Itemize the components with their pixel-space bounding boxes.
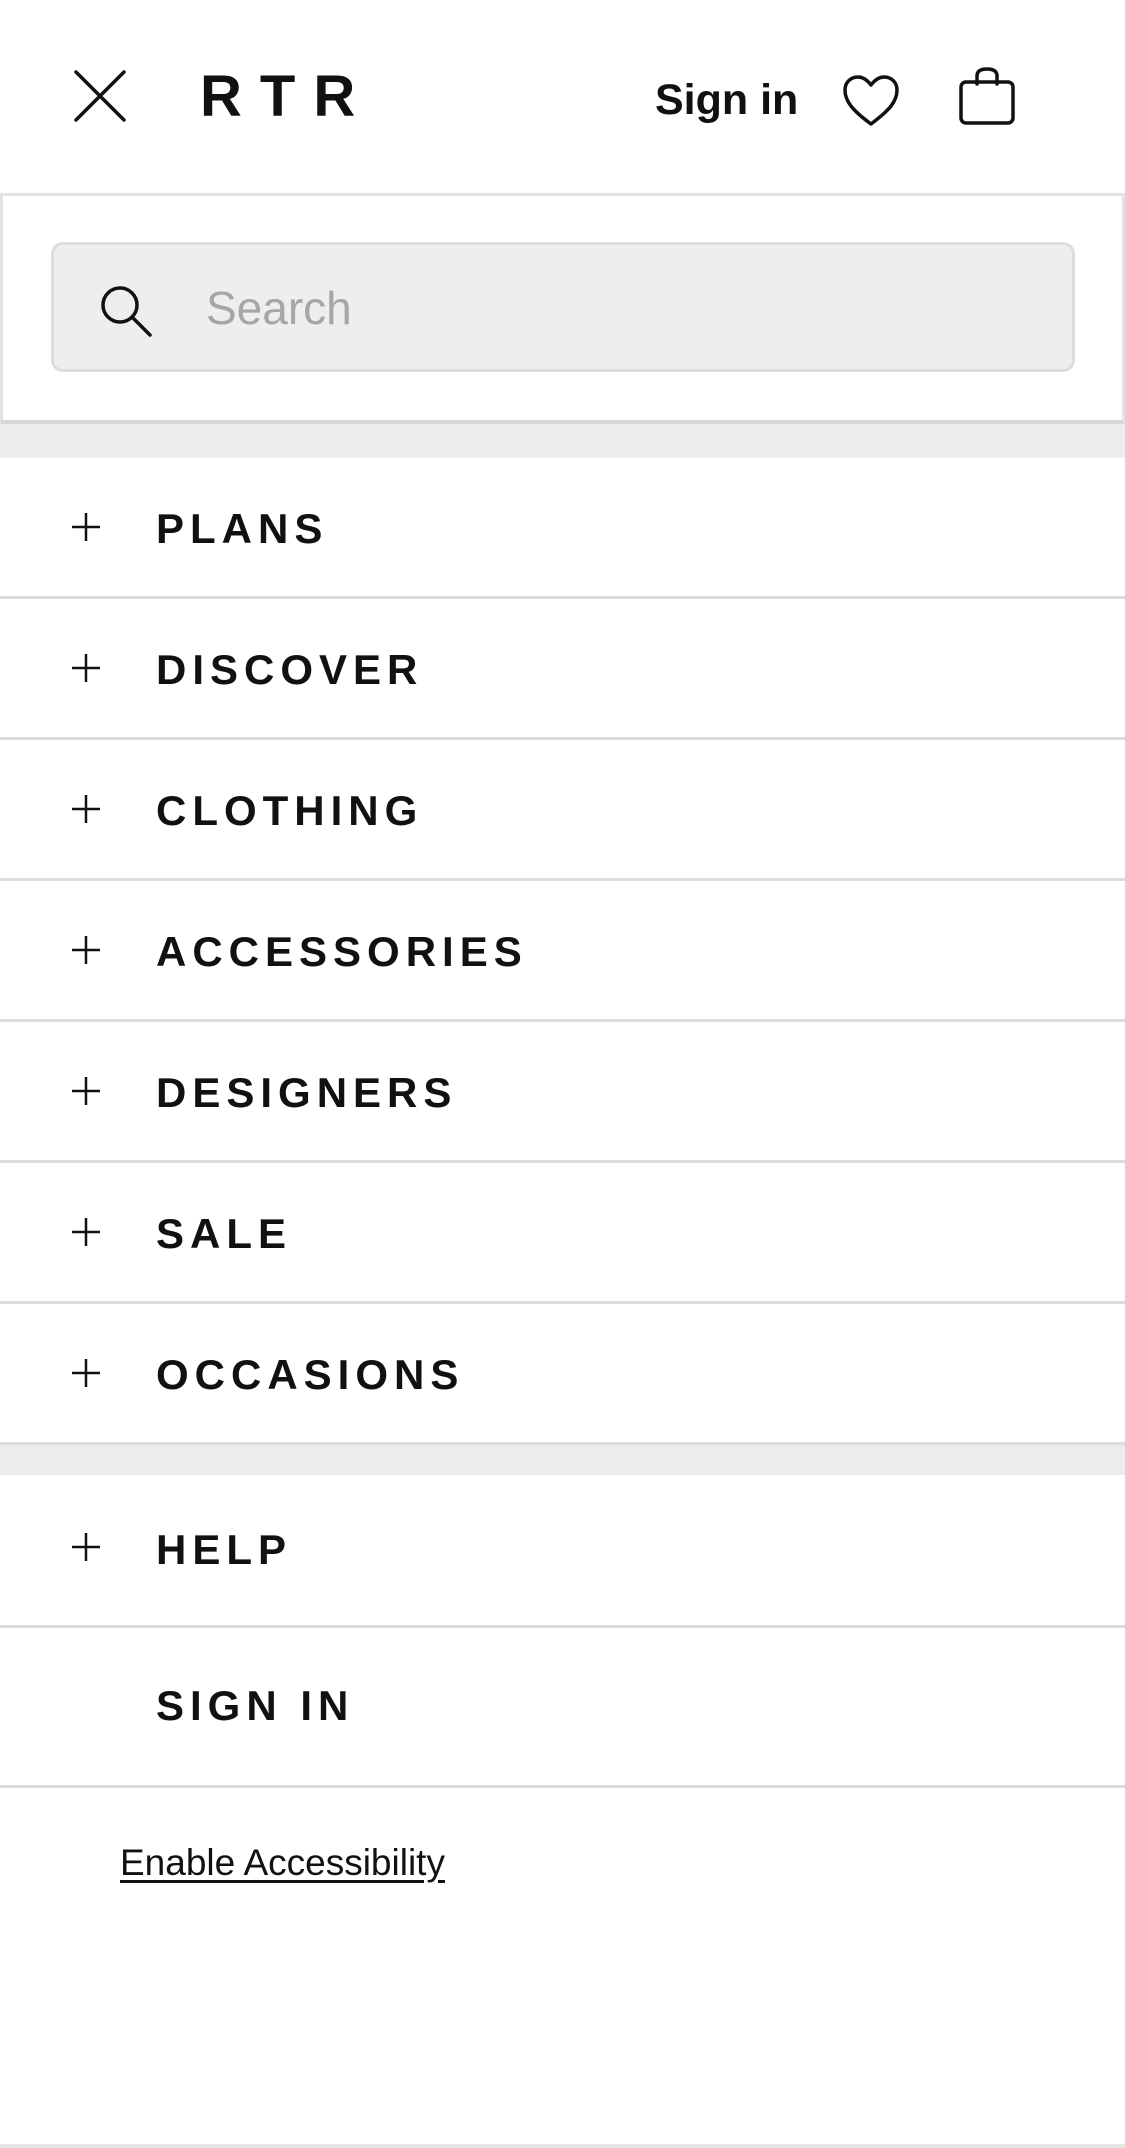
header-bar: RTR Sign in xyxy=(0,0,1125,196)
menu-item-sign-in[interactable]: SIGN IN xyxy=(0,1628,1125,1788)
favorites-button[interactable] xyxy=(842,74,900,128)
menu-item-accessories[interactable]: ACCESSORIES xyxy=(0,881,1125,1022)
close-icon xyxy=(74,70,126,122)
plus-icon xyxy=(72,654,100,682)
plus-icon xyxy=(72,936,100,964)
menu-item-label: DISCOVER xyxy=(156,646,424,693)
plus-icon xyxy=(72,1359,100,1387)
shopping-bag-button[interactable] xyxy=(958,66,1016,126)
menu-item-label: CLOTHING xyxy=(156,787,424,834)
menu-item-discover[interactable]: DISCOVER xyxy=(0,599,1125,740)
menu-item-help[interactable]: HELP xyxy=(0,1475,1125,1628)
heart-icon xyxy=(843,75,899,126)
header-sign-in-link[interactable]: Sign in xyxy=(655,72,798,128)
section-divider xyxy=(0,424,1125,458)
shopping-bag-icon xyxy=(959,67,1015,125)
enable-accessibility-link[interactable]: Enable Accessibility xyxy=(120,1838,445,1888)
menu-item-plans[interactable]: PLANS xyxy=(0,458,1125,599)
menu-item-label: OCCASIONS xyxy=(156,1351,465,1398)
menu-item-designers[interactable]: DESIGNERS xyxy=(0,1022,1125,1163)
search-section xyxy=(0,196,1125,424)
plus-icon xyxy=(72,513,100,541)
search-box[interactable] xyxy=(51,242,1075,372)
menu-item-label: PLANS xyxy=(156,505,329,552)
plus-icon xyxy=(72,1077,100,1105)
search-icon xyxy=(101,286,152,337)
plus-icon xyxy=(72,1533,100,1561)
menu-item-label: HELP xyxy=(156,1526,293,1573)
bottom-divider xyxy=(0,2144,1125,2148)
section-divider xyxy=(0,1445,1125,1475)
menu-item-label: ACCESSORIES xyxy=(156,928,528,975)
brand-logo[interactable]: RTR xyxy=(200,62,373,132)
search-input[interactable] xyxy=(206,265,1046,351)
menu-item-label: DESIGNERS xyxy=(156,1069,458,1116)
close-menu-button[interactable] xyxy=(70,66,130,126)
menu-item-label: SALE xyxy=(156,1210,293,1257)
plus-icon xyxy=(72,1218,100,1246)
menu-item-clothing[interactable]: CLOTHING xyxy=(0,740,1125,881)
menu-item-occasions[interactable]: OCCASIONS xyxy=(0,1304,1125,1445)
menu-item-sale[interactable]: SALE xyxy=(0,1163,1125,1304)
plus-icon xyxy=(72,795,100,823)
menu-item-label: SIGN IN xyxy=(156,1682,355,1729)
